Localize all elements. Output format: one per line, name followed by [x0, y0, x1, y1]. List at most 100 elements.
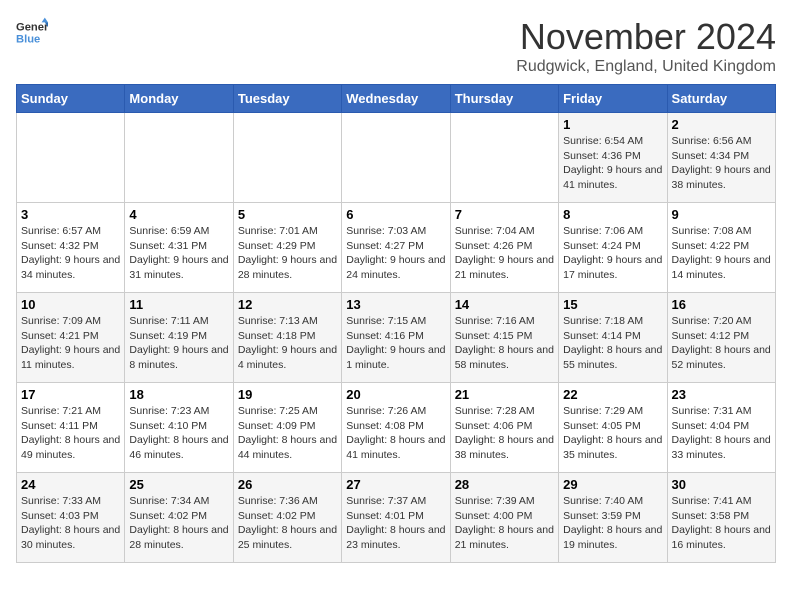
calendar-week-1: 1 Sunrise: 6:54 AM Sunset: 4:36 PM Daylig… [17, 113, 776, 203]
day-info: Sunrise: 7:03 AM Sunset: 4:27 PM Dayligh… [346, 224, 445, 283]
calendar-cell: 23Sunrise: 7:31 AM Sunset: 4:04 PM Dayli… [667, 383, 775, 473]
calendar-cell: 2Sunrise: 6:56 AM Sunset: 4:34 PM Daylig… [667, 113, 775, 203]
day-number: 7 [455, 207, 554, 222]
day-info: Sunrise: 7:16 AM Sunset: 4:15 PM Dayligh… [455, 314, 554, 373]
calendar-cell: 7Sunrise: 7:04 AM Sunset: 4:26 PM Daylig… [450, 203, 558, 293]
calendar-cell: 29Sunrise: 7:40 AM Sunset: 3:59 PM Dayli… [559, 473, 667, 563]
day-number: 6 [346, 207, 445, 222]
calendar-cell: 14 Sunrise: 7:16 AM Sunset: 4:15 PM Dayli… [450, 293, 558, 383]
logo: General Blue General Blue [16, 16, 48, 48]
calendar-cell [450, 113, 558, 203]
day-number: 26 [238, 477, 337, 492]
weekday-header-tuesday: Tuesday [233, 85, 341, 113]
day-number: 17 [21, 387, 120, 402]
day-info: Sunrise: 7:39 AM Sunset: 4:00 PM Dayligh… [455, 494, 554, 553]
day-number: 15 [563, 297, 662, 312]
day-info: Sunrise: 7:20 AM Sunset: 4:12 PM Dayligh… [672, 314, 771, 373]
calendar-cell: 12 Sunrise: 7:13 AM Sunset: 4:18 PM Dayli… [233, 293, 341, 383]
day-info: Sunrise: 7:37 AM Sunset: 4:01 PM Dayligh… [346, 494, 445, 553]
day-number: 29 [563, 477, 662, 492]
calendar-cell [125, 113, 233, 203]
calendar-cell: 22 Sunrise: 7:29 AM Sunset: 4:05 PM Dayli… [559, 383, 667, 473]
calendar-cell: 13 Sunrise: 7:15 AM Sunset: 4:16 PM Dayli… [342, 293, 450, 383]
day-info: Sunrise: 6:57 AM Sunset: 4:32 PM Dayligh… [21, 224, 120, 283]
day-number: 25 [129, 477, 228, 492]
day-info: Sunrise: 7:41 AM Sunset: 3:58 PM Dayligh… [672, 494, 771, 553]
day-info: Sunrise: 7:36 AM Sunset: 4:02 PM Dayligh… [238, 494, 337, 553]
day-number: 19 [238, 387, 337, 402]
calendar-cell: 27 Sunrise: 7:37 AM Sunset: 4:01 PM Dayli… [342, 473, 450, 563]
calendar-body: 1 Sunrise: 6:54 AM Sunset: 4:36 PM Daylig… [17, 113, 776, 563]
calendar-cell: 20 Sunrise: 7:26 AM Sunset: 4:08 PM Dayli… [342, 383, 450, 473]
calendar-cell: 24 Sunrise: 7:33 AM Sunset: 4:03 PM Dayli… [17, 473, 125, 563]
day-info: Sunrise: 6:54 AM Sunset: 4:36 PM Dayligh… [563, 134, 662, 193]
svg-text:Blue: Blue [16, 33, 40, 45]
day-number: 24 [21, 477, 120, 492]
day-number: 14 [455, 297, 554, 312]
weekday-header-wednesday: Wednesday [342, 85, 450, 113]
day-number: 3 [21, 207, 120, 222]
calendar-week-4: 17 Sunrise: 7:21 AM Sunset: 4:11 PM Dayli… [17, 383, 776, 473]
day-info: Sunrise: 7:01 AM Sunset: 4:29 PM Dayligh… [238, 224, 337, 283]
calendar-cell: 8Sunrise: 7:06 AM Sunset: 4:24 PM Daylig… [559, 203, 667, 293]
day-info: Sunrise: 7:29 AM Sunset: 4:05 PM Dayligh… [563, 404, 662, 463]
day-number: 13 [346, 297, 445, 312]
day-number: 27 [346, 477, 445, 492]
calendar-cell: 17 Sunrise: 7:21 AM Sunset: 4:11 PM Dayli… [17, 383, 125, 473]
day-info: Sunrise: 7:33 AM Sunset: 4:03 PM Dayligh… [21, 494, 120, 553]
day-number: 8 [563, 207, 662, 222]
day-number: 10 [21, 297, 120, 312]
day-info: Sunrise: 6:56 AM Sunset: 4:34 PM Dayligh… [672, 134, 771, 193]
calendar-week-2: 3 Sunrise: 6:57 AM Sunset: 4:32 PM Daylig… [17, 203, 776, 293]
day-number: 28 [455, 477, 554, 492]
logo-icon: General Blue [16, 16, 48, 48]
day-info: Sunrise: 7:11 AM Sunset: 4:19 PM Dayligh… [129, 314, 228, 373]
calendar-week-3: 10 Sunrise: 7:09 AM Sunset: 4:21 PM Dayli… [17, 293, 776, 383]
calendar-cell: 18 Sunrise: 7:23 AM Sunset: 4:10 PM Dayli… [125, 383, 233, 473]
location-title: Rudgwick, England, United Kingdom [516, 58, 776, 76]
day-number: 21 [455, 387, 554, 402]
calendar-cell: 16 Sunrise: 7:20 AM Sunset: 4:12 PM Dayli… [667, 293, 775, 383]
day-number: 5 [238, 207, 337, 222]
calendar-cell: 9 Sunrise: 7:08 AM Sunset: 4:22 PM Daylig… [667, 203, 775, 293]
day-info: Sunrise: 7:21 AM Sunset: 4:11 PM Dayligh… [21, 404, 120, 463]
calendar-cell: 6 Sunrise: 7:03 AM Sunset: 4:27 PM Daylig… [342, 203, 450, 293]
calendar-cell: 5 Sunrise: 7:01 AM Sunset: 4:29 PM Daylig… [233, 203, 341, 293]
day-number: 18 [129, 387, 228, 402]
day-info: Sunrise: 7:25 AM Sunset: 4:09 PM Dayligh… [238, 404, 337, 463]
calendar-cell: 19 Sunrise: 7:25 AM Sunset: 4:09 PM Dayli… [233, 383, 341, 473]
weekday-header-thursday: Thursday [450, 85, 558, 113]
weekday-header-row: SundayMondayTuesdayWednesdayThursdayFrid… [17, 85, 776, 113]
day-info: Sunrise: 7:09 AM Sunset: 4:21 PM Dayligh… [21, 314, 120, 373]
calendar-cell: 15 Sunrise: 7:18 AM Sunset: 4:14 PM Dayli… [559, 293, 667, 383]
weekday-header-monday: Monday [125, 85, 233, 113]
day-info: Sunrise: 7:34 AM Sunset: 4:02 PM Dayligh… [129, 494, 228, 553]
day-info: Sunrise: 7:08 AM Sunset: 4:22 PM Dayligh… [672, 224, 771, 283]
title-area: November 2024 Rudgwick, England, United … [516, 16, 776, 76]
day-info: Sunrise: 7:28 AM Sunset: 4:06 PM Dayligh… [455, 404, 554, 463]
calendar-cell [17, 113, 125, 203]
day-number: 22 [563, 387, 662, 402]
calendar-cell: 30 Sunrise: 7:41 AM Sunset: 3:58 PM Dayli… [667, 473, 775, 563]
day-info: Sunrise: 7:13 AM Sunset: 4:18 PM Dayligh… [238, 314, 337, 373]
calendar-cell: 21 Sunrise: 7:28 AM Sunset: 4:06 PM Dayli… [450, 383, 558, 473]
day-number: 20 [346, 387, 445, 402]
calendar-cell: 11 Sunrise: 7:11 AM Sunset: 4:19 PM Dayli… [125, 293, 233, 383]
calendar-cell: 26 Sunrise: 7:36 AM Sunset: 4:02 PM Dayli… [233, 473, 341, 563]
day-number: 9 [672, 207, 771, 222]
day-info: Sunrise: 7:23 AM Sunset: 4:10 PM Dayligh… [129, 404, 228, 463]
day-number: 30 [672, 477, 771, 492]
page-header: General Blue General Blue November 2024 … [16, 16, 776, 76]
day-number: 16 [672, 297, 771, 312]
day-number: 1 [563, 117, 662, 132]
day-number: 4 [129, 207, 228, 222]
calendar-cell: 25 Sunrise: 7:34 AM Sunset: 4:02 PM Dayli… [125, 473, 233, 563]
calendar-week-5: 24 Sunrise: 7:33 AM Sunset: 4:03 PM Dayli… [17, 473, 776, 563]
svg-text:General: General [16, 21, 48, 33]
day-number: 11 [129, 297, 228, 312]
day-number: 12 [238, 297, 337, 312]
day-info: Sunrise: 7:15 AM Sunset: 4:16 PM Dayligh… [346, 314, 445, 373]
day-info: Sunrise: 7:26 AM Sunset: 4:08 PM Dayligh… [346, 404, 445, 463]
day-info: Sunrise: 7:18 AM Sunset: 4:14 PM Dayligh… [563, 314, 662, 373]
calendar-cell: 28 Sunrise: 7:39 AM Sunset: 4:00 PM Dayli… [450, 473, 558, 563]
